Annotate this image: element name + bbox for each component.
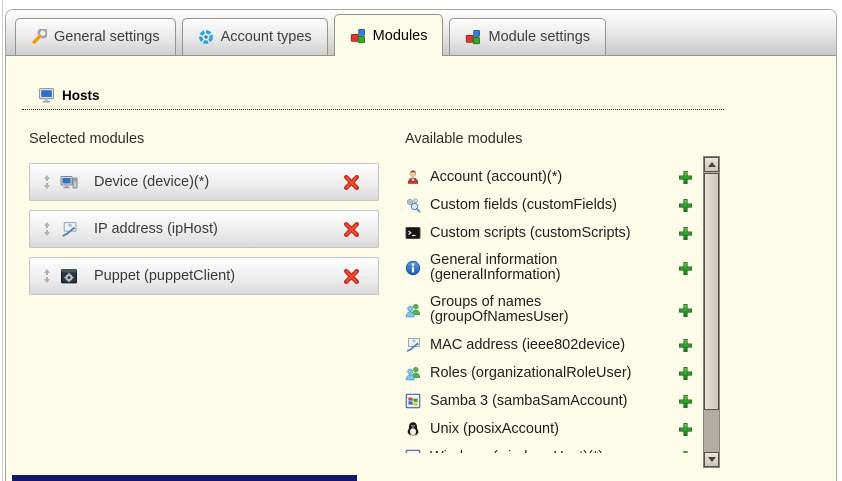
- tab-label: General settings: [54, 29, 160, 45]
- add-module-button[interactable]: [678, 198, 693, 213]
- add-module-button[interactable]: [678, 170, 693, 185]
- section-title: Hosts: [62, 88, 100, 103]
- available-module-label: Roles (organizationalRoleUser): [430, 366, 631, 381]
- module-settings-icon: [465, 29, 481, 45]
- available-module-label: Account (account)(*): [430, 170, 562, 185]
- add-module-button[interactable]: [678, 450, 693, 454]
- window-edge-line: [2, 0, 3, 481]
- mac-address-icon: [405, 337, 421, 353]
- module-columns: Selected modules Device (device)(*) IP a…: [29, 131, 836, 468]
- available-module-label: Custom scripts (customScripts): [430, 226, 631, 241]
- available-modules-heading: Available modules: [405, 131, 720, 147]
- add-module-button[interactable]: [678, 303, 693, 318]
- selected-modules-list: Device (device)(*) IP address (ipHost) P…: [29, 163, 381, 295]
- available-module-row: Samba 3 (sambaSamAccount): [405, 393, 693, 409]
- available-module-label: Unix (posixAccount): [430, 422, 559, 437]
- add-module-button[interactable]: [678, 366, 693, 381]
- ip-address-icon: [60, 221, 78, 238]
- available-module-row: MAC address (ieee802device): [405, 337, 693, 353]
- available-module-row: Windows (windowsHost)(*): [405, 449, 693, 453]
- selected-module-row[interactable]: Device (device)(*): [29, 163, 379, 201]
- samba-icon: [405, 393, 421, 409]
- custom-fields-icon: [405, 197, 421, 213]
- available-module-label: Windows (windowsHost)(*): [430, 450, 603, 454]
- add-module-button[interactable]: [678, 394, 693, 409]
- available-module-label: Groups of names (groupOfNamesUser): [430, 295, 668, 325]
- scrollbar[interactable]: [703, 156, 720, 468]
- selected-module-row[interactable]: IP address (ipHost): [29, 210, 379, 248]
- puppet-icon: [60, 268, 78, 285]
- available-module-row: Unix (posixAccount): [405, 421, 693, 437]
- available-module-label: General information (generalInformation): [430, 253, 668, 283]
- unix-icon: [405, 421, 421, 437]
- selected-modules-column: Selected modules Device (device)(*) IP a…: [29, 131, 381, 468]
- add-module-button[interactable]: [678, 261, 693, 276]
- windows-icon: [405, 449, 421, 453]
- wrench-icon: [31, 29, 47, 45]
- account-icon: [405, 169, 421, 185]
- available-modules-scroll-area: Account (account)(*) Custom fields (cust…: [405, 156, 720, 468]
- next-section-header-edge: [12, 475, 357, 481]
- tab-account-types[interactable]: Account types: [182, 18, 328, 55]
- tab-label: Module settings: [488, 29, 590, 45]
- tab-bar: General settings Account types Modules M…: [6, 10, 836, 56]
- tab-general-settings[interactable]: General settings: [15, 18, 176, 55]
- available-module-label: MAC address (ieee802device): [430, 338, 625, 353]
- scrollbar-up-button[interactable]: [704, 157, 719, 172]
- remove-module-button[interactable]: [343, 221, 360, 238]
- drag-handle-icon[interactable]: [43, 175, 51, 189]
- tab-label: Account types: [221, 29, 312, 45]
- available-modules-list: Account (account)(*) Custom fields (cust…: [405, 156, 720, 453]
- available-module-row: Account (account)(*): [405, 169, 693, 185]
- scroll-up-icon: [708, 162, 716, 167]
- tab-label: Modules: [373, 28, 428, 44]
- selected-module-label: Puppet (puppetClient): [94, 268, 235, 284]
- screen: General settings Account types Modules M…: [0, 0, 842, 481]
- available-module-row: Custom scripts (customScripts): [405, 225, 693, 241]
- scrollbar-down-button[interactable]: [704, 452, 719, 467]
- selected-module-label: Device (device)(*): [94, 174, 209, 190]
- available-module-label: Samba 3 (sambaSamAccount): [430, 394, 627, 409]
- add-module-button[interactable]: [678, 422, 693, 437]
- available-module-row: Groups of names (groupOfNamesUser): [405, 295, 693, 325]
- available-module-row: Roles (organizationalRoleUser): [405, 365, 693, 381]
- tab-module-settings[interactable]: Module settings: [449, 18, 606, 55]
- tab-modules[interactable]: Modules: [334, 14, 444, 56]
- available-modules-column: Available modules Account (account)(*) C…: [405, 131, 720, 468]
- info-icon: [405, 260, 421, 276]
- selected-modules-heading: Selected modules: [29, 131, 381, 147]
- configuration-panel: General settings Account types Modules M…: [5, 9, 837, 481]
- drag-handle-icon[interactable]: [43, 269, 51, 283]
- device-icon: [60, 174, 78, 191]
- section-header: Hosts: [22, 87, 724, 110]
- account-types-icon: [198, 29, 214, 45]
- selected-module-label: IP address (ipHost): [94, 221, 218, 237]
- add-module-button[interactable]: [678, 226, 693, 241]
- available-module-label: Custom fields (customFields): [430, 198, 617, 213]
- selected-module-row[interactable]: Puppet (puppetClient): [29, 257, 379, 295]
- add-module-button[interactable]: [678, 338, 693, 353]
- custom-scripts-icon: [405, 225, 421, 241]
- available-module-row: General information (generalInformation): [405, 253, 693, 283]
- scroll-down-icon: [708, 457, 716, 462]
- drag-handle-icon[interactable]: [43, 222, 51, 236]
- remove-module-button[interactable]: [343, 174, 360, 191]
- remove-module-button[interactable]: [343, 268, 360, 285]
- monitor-icon: [38, 87, 55, 104]
- scrollbar-thumb[interactable]: [704, 173, 719, 410]
- roles-icon: [405, 365, 421, 381]
- available-module-row: Custom fields (customFields): [405, 197, 693, 213]
- group-icon: [405, 302, 421, 318]
- modules-icon: [350, 28, 366, 44]
